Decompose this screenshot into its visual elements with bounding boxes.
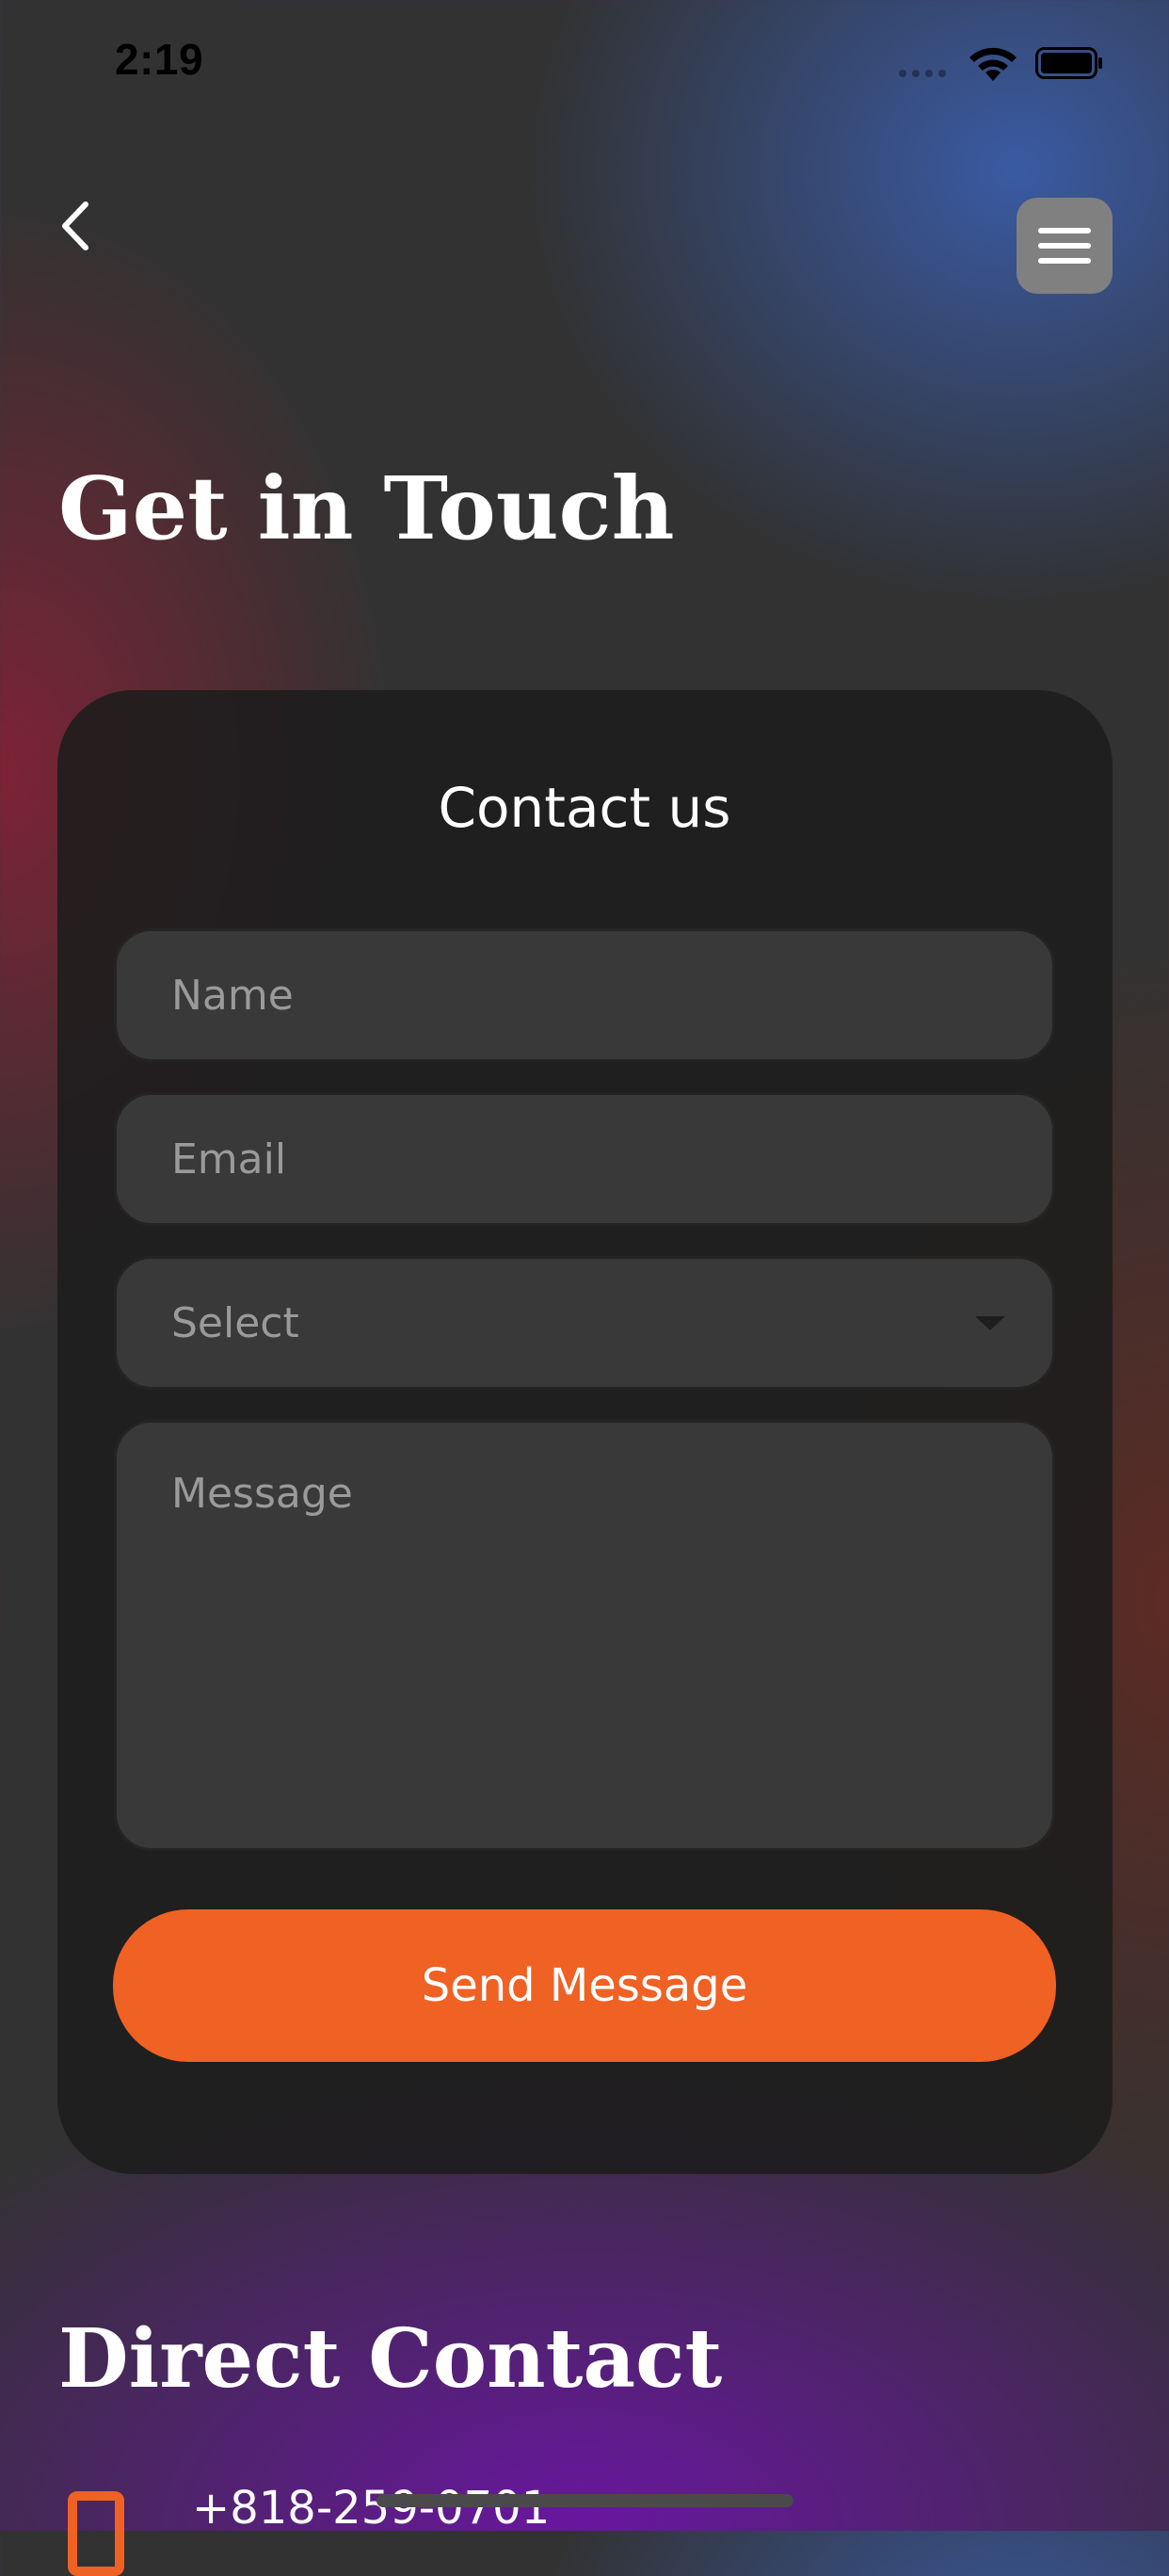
battery-icon <box>1035 47 1102 79</box>
signal-icon <box>899 70 946 77</box>
contact-form-title: Contact us <box>438 776 731 840</box>
menu-button[interactable] <box>1017 198 1113 294</box>
email-field[interactable] <box>114 1092 1055 1226</box>
chevron-left-icon <box>62 201 88 250</box>
page-title: Get in Touch <box>58 458 675 559</box>
send-message-button[interactable]: Send Message <box>113 1909 1056 2062</box>
wifi-icon <box>969 47 1017 81</box>
email-input[interactable] <box>171 1135 998 1183</box>
subject-select[interactable]: Select <box>114 1256 1055 1390</box>
phone-number: +818-259-0701 <box>192 2482 551 2535</box>
message-textarea[interactable] <box>171 1470 998 1790</box>
name-field[interactable] <box>114 928 1055 1062</box>
hamburger-menu-icon <box>1038 228 1091 264</box>
back-button[interactable] <box>41 188 107 264</box>
select-value: Select <box>171 1298 299 1347</box>
name-input[interactable] <box>171 971 998 1020</box>
chevron-down-icon <box>975 1315 1005 1330</box>
status-bar: 2:19 <box>0 0 1169 127</box>
direct-contact-title: Direct Contact <box>58 2311 723 2407</box>
status-time: 2:19 <box>115 35 204 84</box>
message-field[interactable] <box>114 1420 1055 1851</box>
phone-icon <box>68 2491 124 2576</box>
home-indicator <box>376 2494 793 2507</box>
